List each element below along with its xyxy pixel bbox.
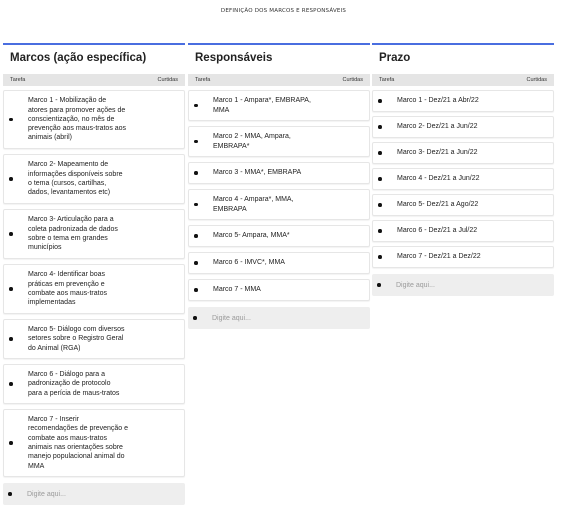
task-card[interactable]: Marco 1 - Ampara*, EMBRAPA, MMA bbox=[188, 90, 370, 121]
task-text: Marco 2- Dez/21 a Jun/22 bbox=[397, 123, 478, 131]
task-text: Marco 6 - IMVC*, MMA bbox=[213, 259, 285, 267]
task-card[interactable]: Marco 4- Identificar boas práticas em pr… bbox=[3, 264, 185, 314]
task-text: Marco 3- Articulação para a coleta padro… bbox=[28, 216, 118, 252]
task-card[interactable]: Marco 6 - IMVC*, MMA bbox=[188, 252, 370, 274]
bullet-icon bbox=[188, 316, 202, 320]
task-card[interactable]: Marco 4 - Ampara*, MMA, EMBRAPA bbox=[188, 189, 370, 220]
input-placeholder: Digite aqui... bbox=[396, 281, 435, 289]
task-card[interactable]: Marco 7 - Dez/21 a Dez/22 bbox=[372, 246, 554, 268]
bullet-icon bbox=[373, 125, 387, 129]
task-card[interactable]: Marco 5- Ampara, MMA* bbox=[188, 225, 370, 247]
bullet-icon bbox=[4, 337, 18, 341]
bullet-icon bbox=[373, 177, 387, 181]
task-card[interactable]: Marco 4 - Dez/21 a Jun/22 bbox=[372, 168, 554, 190]
task-text: Marco 6 - Diálogo para a padronização de… bbox=[28, 371, 120, 397]
task-card[interactable]: Marco 1 - Dez/21 a Abr/22 bbox=[372, 90, 554, 112]
bullet-icon bbox=[373, 99, 387, 103]
task-text: Marco 5- Ampara, MMA* bbox=[213, 232, 290, 240]
board-title: DEFINIÇÃO DOS MARCOS E RESPONSÁVEIS bbox=[220, 8, 347, 14]
input-placeholder: Digite aqui... bbox=[212, 314, 251, 322]
bullet-icon bbox=[373, 229, 387, 233]
bullet-icon bbox=[189, 261, 203, 265]
bullet-icon bbox=[189, 202, 203, 207]
column-responsaveis: Responsáveis Tarefa Curtidas Marco 1 - A… bbox=[188, 43, 370, 329]
column-prazo: Prazo Tarefa Curtidas Marco 1 - Dez/21 a… bbox=[372, 43, 554, 296]
curtidas-label[interactable]: Curtidas bbox=[158, 77, 178, 83]
bullet-icon bbox=[372, 283, 386, 287]
task-text: Marco 5- Diálogo com diversos setores so… bbox=[28, 326, 125, 352]
bullet-icon bbox=[4, 177, 18, 181]
column-subheader: Tarefa Curtidas bbox=[188, 74, 370, 86]
task-text: Marco 4 - Dez/21 a Jun/22 bbox=[397, 175, 480, 183]
bullet-icon bbox=[189, 139, 203, 144]
task-card[interactable]: Marco 2- Dez/21 a Jun/22 bbox=[372, 116, 554, 138]
task-card[interactable]: Marco 6 - Dez/21 a Jul/22 bbox=[372, 220, 554, 242]
task-text: Marco 1 - Dez/21 a Abr/22 bbox=[397, 97, 479, 105]
task-text: Marco 4 - Ampara*, MMA, EMBRAPA bbox=[213, 196, 294, 213]
task-card[interactable]: Marco 6 - Diálogo para a padronização de… bbox=[3, 364, 185, 404]
add-task-input[interactable]: Digite aqui... bbox=[372, 274, 554, 296]
task-text: Marco 3 - MMA*, EMBRAPA bbox=[213, 169, 302, 177]
curtidas-label[interactable]: Curtidas bbox=[527, 77, 547, 83]
bullet-icon bbox=[4, 382, 18, 386]
column-subheader: Tarefa Curtidas bbox=[372, 74, 554, 86]
task-text: Marco 1 - Ampara*, EMBRAPA, MMA bbox=[213, 97, 311, 114]
tarefa-label: Tarefa bbox=[10, 77, 26, 83]
task-card[interactable]: Marco 2 - MMA, Ampara, EMBRAPA* bbox=[188, 126, 370, 157]
bullet-icon bbox=[189, 234, 203, 238]
task-text: Marco 6 - Dez/21 a Jul/22 bbox=[397, 227, 478, 235]
column-title[interactable]: Responsáveis bbox=[188, 45, 370, 71]
task-text: Marco 4- Identificar boas práticas em pr… bbox=[28, 271, 107, 307]
add-task-input[interactable]: Digite aqui... bbox=[188, 307, 370, 329]
task-card[interactable]: Marco 7 - MMA bbox=[188, 279, 370, 301]
task-card[interactable]: Marco 2- Mapeamento de informações dispo… bbox=[3, 154, 185, 204]
curtidas-label[interactable]: Curtidas bbox=[343, 77, 363, 83]
column-title[interactable]: Prazo bbox=[372, 45, 554, 71]
task-card[interactable]: Marco 1 - Mobilização de atores para pro… bbox=[3, 90, 185, 149]
tarefa-label: Tarefa bbox=[195, 77, 211, 83]
tarefa-label: Tarefa bbox=[379, 77, 395, 83]
task-text: Marco 5- Dez/21 a Ago/22 bbox=[397, 201, 479, 209]
task-card[interactable]: Marco 3- Articulação para a coleta padro… bbox=[3, 209, 185, 259]
bullet-icon bbox=[189, 103, 203, 108]
bullet-icon bbox=[189, 171, 203, 175]
column-title[interactable]: Marcos (ação específica) bbox=[3, 45, 185, 71]
bullet-icon bbox=[3, 492, 17, 496]
task-card[interactable]: Marco 3 - MMA*, EMBRAPA bbox=[188, 162, 370, 184]
task-card[interactable]: Marco 5- Diálogo com diversos setores so… bbox=[3, 319, 185, 359]
task-text: Marco 1 - Mobilização de atores para pro… bbox=[28, 97, 127, 142]
bullet-icon bbox=[373, 203, 387, 207]
task-text: Marco 2 - MMA, Ampara, EMBRAPA* bbox=[213, 133, 291, 150]
task-text: Marco 7 - Dez/21 a Dez/22 bbox=[397, 253, 481, 261]
task-text: Marco 7 - Inserir recomendações de preve… bbox=[28, 416, 129, 470]
input-placeholder: Digite aqui... bbox=[27, 490, 66, 498]
bullet-icon bbox=[373, 255, 387, 259]
task-card[interactable]: Marco 7 - Inserir recomendações de preve… bbox=[3, 409, 185, 477]
bullet-icon bbox=[4, 117, 18, 122]
bullet-icon bbox=[4, 287, 18, 291]
bullet-icon bbox=[4, 232, 18, 236]
task-text: Marco 3- Dez/21 a Jun/22 bbox=[397, 149, 478, 157]
task-text: Marco 2- Mapeamento de informações dispo… bbox=[28, 161, 123, 197]
bullet-icon bbox=[189, 288, 203, 292]
task-card[interactable]: Marco 3- Dez/21 a Jun/22 bbox=[372, 142, 554, 164]
column-marcos: Marcos (ação específica) Tarefa Curtidas… bbox=[3, 43, 185, 505]
bullet-icon bbox=[4, 441, 18, 445]
task-card[interactable]: Marco 5- Dez/21 a Ago/22 bbox=[372, 194, 554, 216]
bullet-icon bbox=[373, 151, 387, 155]
add-task-input[interactable]: Digite aqui... bbox=[3, 483, 185, 505]
task-text: Marco 7 - MMA bbox=[213, 286, 261, 294]
column-subheader: Tarefa Curtidas bbox=[3, 74, 185, 86]
